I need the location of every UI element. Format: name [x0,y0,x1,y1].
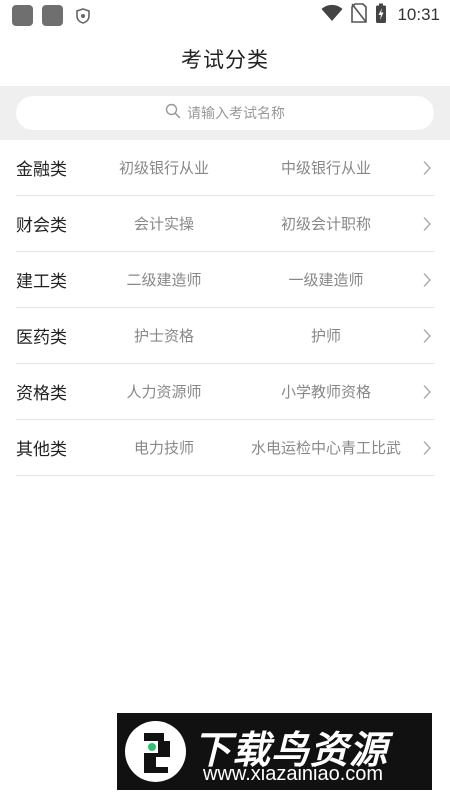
category-row-accounting[interactable]: 财会类 会计实操 初级会计职称 [16,196,434,252]
status-left-icons [12,5,92,26]
no-sim-icon [351,3,368,27]
search-icon [165,103,181,123]
exam-item[interactable]: 中级银行从业 [246,157,406,178]
category-name: 医药类 [16,328,67,348]
category-name: 资格类 [16,384,67,404]
exam-item[interactable]: 电力技师 [84,437,244,458]
exam-item[interactable]: 护士资格 [84,325,244,346]
exam-item[interactable]: 护师 [246,325,406,346]
chevron-right-icon[interactable] [420,272,434,287]
chevron-right-icon[interactable] [420,384,434,399]
chevron-right-icon[interactable] [420,328,434,343]
category-name: 建工类 [16,272,67,292]
exam-item[interactable]: 人力资源师 [84,381,244,402]
exam-item[interactable]: 初级会计职称 [246,213,406,234]
chevron-right-icon[interactable] [420,160,434,175]
app-square-icon [42,5,63,26]
category-row-other[interactable]: 其他类 电力技师 水电运检中心青工比武 [16,420,434,476]
exam-item[interactable]: 初级银行从业 [84,157,244,178]
chevron-right-icon[interactable] [420,440,434,455]
category-row-finance[interactable]: 金融类 初级银行从业 中级银行从业 [16,140,434,196]
app-square-icon [12,5,33,26]
category-name: 财会类 [16,216,67,236]
status-time: 10:31 [397,5,440,24]
chevron-right-icon[interactable] [420,216,434,231]
search-input[interactable]: 请输入考试名称 [16,96,434,130]
exam-item[interactable]: 会计实操 [84,213,244,234]
battery-charging-icon [375,3,387,28]
shield-icon [74,7,92,25]
exam-item[interactable]: 水电运检中心青工比武 [246,437,406,458]
category-row-construction[interactable]: 建工类 二级建造师 一级建造师 [16,252,434,308]
wifi-icon [321,4,343,26]
search-placeholder: 请输入考试名称 [187,106,285,122]
exam-item[interactable]: 二级建造师 [84,269,244,290]
category-name: 其他类 [16,440,67,460]
status-bar: 10:31 [0,0,450,32]
category-row-qualification[interactable]: 资格类 人力资源师 小学教师资格 [16,364,434,420]
page-title: 考试分类 [181,48,269,72]
category-row-medicine[interactable]: 医药类 护士资格 护师 [16,308,434,364]
header: 考试分类 [0,32,450,86]
category-name: 金融类 [16,160,67,180]
exam-item[interactable]: 一级建造师 [246,269,406,290]
category-list: 金融类 初级银行从业 中级银行从业 财会类 会计实操 初级会计职称 建工类 二级… [0,140,450,476]
search-bar: 请输入考试名称 [0,86,450,140]
watermark-url: www.xiazainiao.com [203,763,384,785]
exam-item[interactable]: 小学教师资格 [246,381,406,402]
bird-logo-icon [125,721,186,782]
status-right-icons: 10:31 [321,3,440,28]
watermark-banner: 下载鸟资源 www.xiazainiao.com [117,713,432,790]
